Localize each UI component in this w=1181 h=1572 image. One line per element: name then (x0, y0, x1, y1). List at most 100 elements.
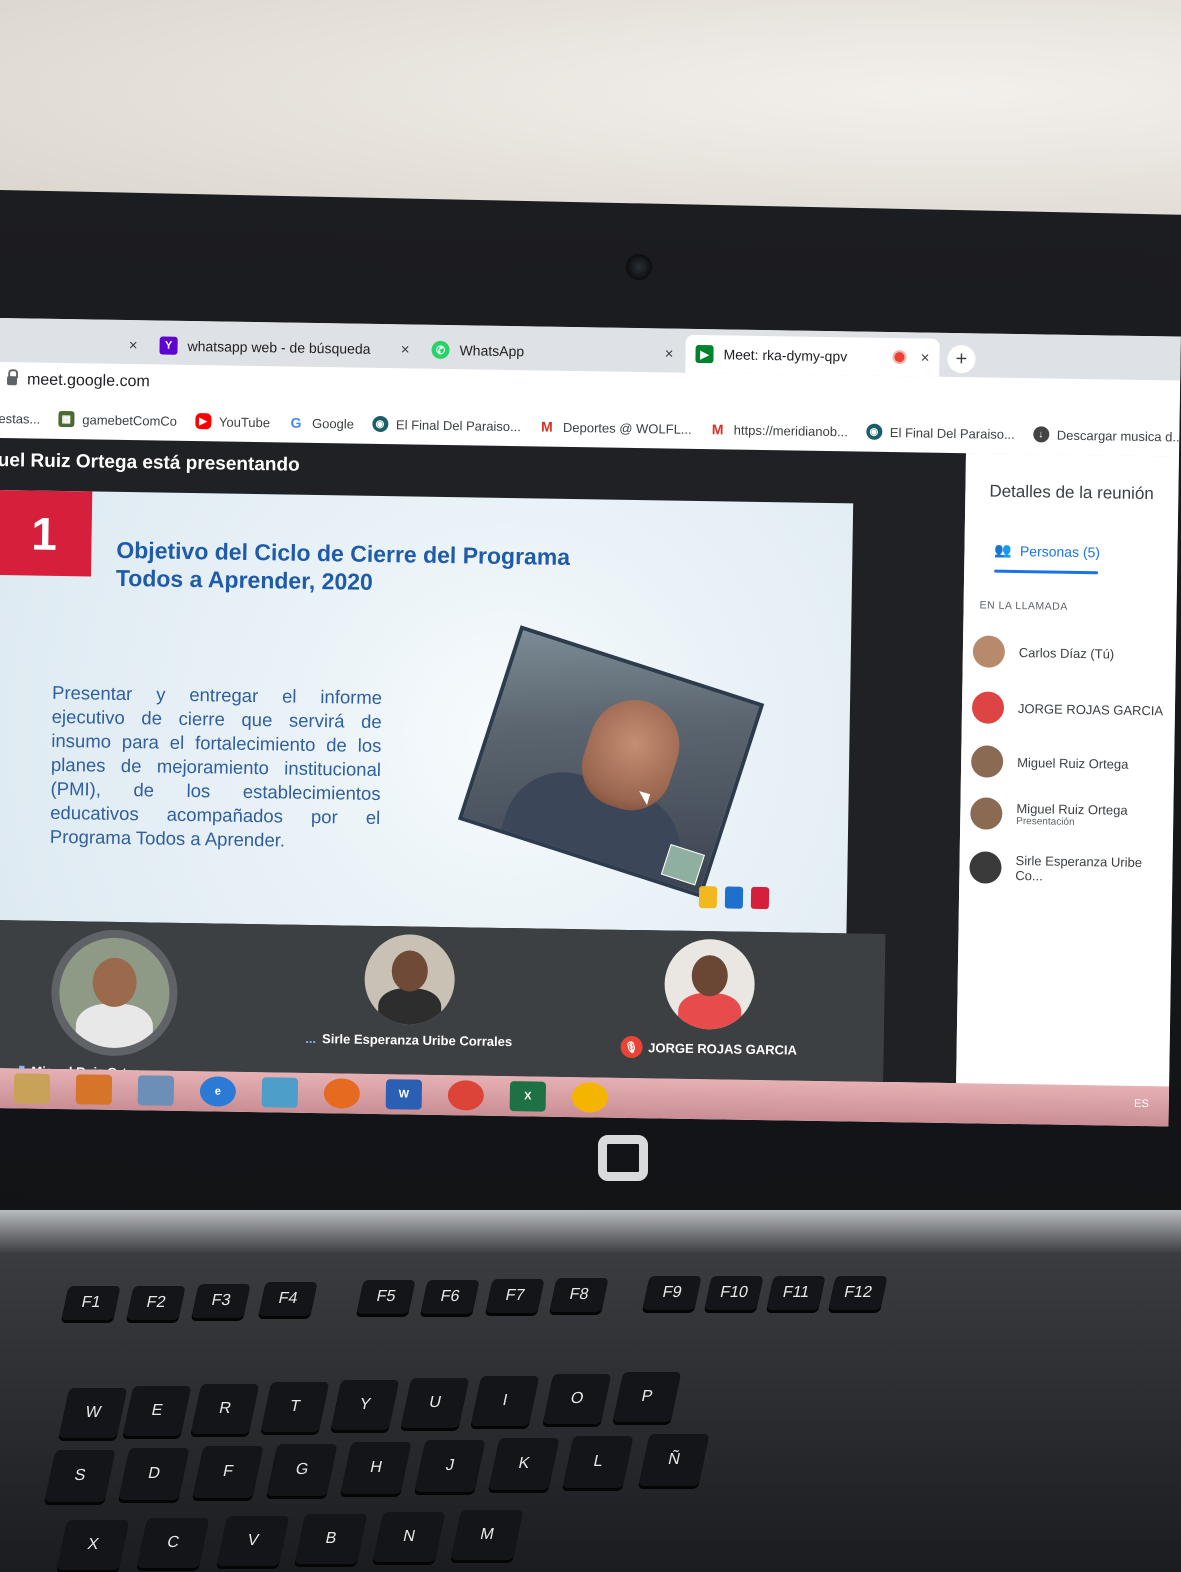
participant-role: Presentación (1016, 816, 1075, 828)
chrome-active-icon[interactable] (571, 1082, 609, 1113)
key[interactable]: F3 (191, 1284, 251, 1318)
key[interactable]: F5 (356, 1280, 416, 1314)
key[interactable]: E (122, 1386, 192, 1436)
participant-tile[interactable]: 🎙 JORGE ROJAS GARCIA (588, 937, 830, 1061)
key[interactable]: Y (330, 1380, 400, 1430)
key[interactable]: O (542, 1374, 612, 1424)
key[interactable]: X (56, 1520, 130, 1570)
word-icon[interactable]: W (385, 1079, 423, 1110)
bookmark-label: estas... (0, 410, 41, 427)
participant-list-item[interactable]: JORGE ROJAS GARCIA (971, 691, 1164, 726)
laptop-screen: × Y whatsapp web - de búsqueda × ✆ Whats… (0, 318, 1181, 1127)
bookmark-label: Google (311, 415, 355, 432)
key[interactable]: Ñ (638, 1434, 710, 1486)
bookmark-label: El Final Del Paraiso... (889, 424, 1015, 442)
ie-icon[interactable]: e (199, 1076, 237, 1107)
participant-name-row: 🎙 JORGE ROJAS GARCIA (588, 1035, 828, 1061)
brand-logo (598, 1135, 648, 1181)
youtube-icon: ▶ (194, 413, 212, 430)
logo-block-yellow (698, 886, 718, 909)
key[interactable]: C (136, 1518, 210, 1568)
key[interactable]: F7 (485, 1279, 545, 1313)
key[interactable]: R (190, 1384, 260, 1434)
media-player-icon[interactable] (75, 1074, 113, 1105)
bookmark-item[interactable]: ↓ Descargar musica d... (1032, 426, 1181, 444)
people-icon: 👥 (994, 541, 1013, 558)
bookmark-item[interactable]: estas... (0, 410, 40, 426)
participant-tile[interactable]: ▮ Miguel Ruiz Ortega (18, 928, 210, 1081)
key[interactable]: F10 (704, 1276, 764, 1310)
slide-body: Presentar y entregar el informe ejecutiv… (49, 681, 383, 851)
close-icon[interactable]: × (129, 337, 138, 354)
key[interactable]: F11 (766, 1276, 826, 1310)
key[interactable]: F8 (549, 1278, 609, 1312)
key[interactable]: B (294, 1514, 368, 1564)
avatar (971, 691, 1005, 724)
key[interactable]: L (562, 1436, 634, 1488)
key[interactable]: I (470, 1376, 540, 1426)
key[interactable]: U (400, 1378, 470, 1428)
meet-icon: ▶ (695, 344, 714, 364)
bookmark-item[interactable]: ◉ El Final Del Paraiso... (865, 423, 1015, 442)
key[interactable]: F12 (828, 1276, 888, 1310)
notes-icon[interactable] (137, 1075, 175, 1106)
key[interactable]: P (612, 1372, 682, 1422)
download-icon: ↓ (1032, 426, 1049, 443)
avatar (972, 635, 1006, 668)
bookmark-item[interactable]: G Google (287, 414, 355, 432)
key[interactable]: F4 (258, 1282, 318, 1316)
participant-list-item[interactable]: Carlos Díaz (Tú) (972, 635, 1115, 669)
key[interactable]: S (44, 1450, 116, 1502)
tab-label: Meet: rka-dymy-qpv (723, 346, 848, 365)
weather-icon[interactable] (261, 1077, 299, 1108)
logo-block-red (750, 886, 770, 910)
key[interactable]: H (340, 1442, 412, 1494)
tab-label: whatsapp web - de búsqueda (187, 337, 371, 357)
tab-label: WhatsApp (459, 342, 525, 360)
key[interactable]: F (192, 1446, 264, 1498)
bookmark-item[interactable]: Mhttps://meridianob... (709, 421, 848, 439)
key[interactable]: T (260, 1382, 330, 1432)
key[interactable]: F1 (61, 1286, 121, 1320)
yahoo-icon: Y (159, 336, 178, 355)
tab-whatsapp[interactable]: ✆ WhatsApp × (421, 331, 684, 373)
program-logo (698, 886, 770, 910)
recording-icon (892, 350, 907, 365)
excel-icon[interactable]: X (509, 1081, 547, 1112)
bookmark-label: gamebetComCo (82, 411, 178, 429)
key[interactable]: N (372, 1512, 446, 1562)
bookmark-item[interactable]: M Deportes @ WOLFL... (538, 418, 692, 436)
key[interactable]: G (266, 1444, 338, 1496)
tab-whatsapp-search[interactable]: Y whatsapp web - de búsqueda × (149, 326, 420, 368)
chrome-icon[interactable] (447, 1080, 485, 1111)
participant-list-item[interactable]: Miguel Ruiz Ortega (970, 745, 1129, 779)
close-icon[interactable]: × (665, 345, 674, 362)
participant-name: Miguel Ruiz Ortega (1016, 801, 1128, 818)
explorer-icon[interactable] (13, 1073, 51, 1104)
key[interactable]: M (450, 1510, 524, 1560)
participant-tile[interactable]: ... Sirle Esperanza Uribe Corrales (289, 933, 531, 1050)
key[interactable]: K (488, 1438, 560, 1490)
participant-list-item[interactable]: Sirle Esperanza Uribe Co... (969, 851, 1172, 886)
firefox-icon[interactable] (323, 1078, 361, 1109)
close-icon[interactable]: × (401, 341, 410, 358)
tab-people[interactable]: 👥 Personas (5) (994, 542, 1100, 561)
key[interactable]: F2 (126, 1286, 186, 1320)
key[interactable]: V (216, 1516, 290, 1566)
key[interactable]: F9 (642, 1276, 702, 1310)
bookmark-item[interactable]: ▶ YouTube (194, 413, 270, 430)
bookmark-item[interactable]: ▦ gamebetComCo (58, 410, 178, 429)
bookmark-item[interactable]: ◉ El Final Del Paraiso... (371, 415, 521, 434)
key[interactable]: F6 (420, 1280, 480, 1314)
tab-partial[interactable]: × (0, 324, 148, 364)
key[interactable]: D (118, 1448, 190, 1500)
key[interactable]: W (58, 1388, 128, 1438)
key[interactable]: J (414, 1440, 486, 1492)
new-tab-button[interactable]: + (947, 344, 976, 374)
tab-meet[interactable]: ▶ Meet: rka-dymy-qpv × (685, 334, 940, 377)
close-icon[interactable]: × (921, 349, 930, 366)
lock-icon (6, 375, 18, 385)
meeting-details-panel: Detalles de la reunión 👥 Personas (5) EN… (956, 453, 1179, 1087)
language-indicator[interactable]: ES (1134, 1098, 1149, 1110)
participant-list-item[interactable]: Miguel Ruiz Ortega Presentación (970, 797, 1128, 831)
